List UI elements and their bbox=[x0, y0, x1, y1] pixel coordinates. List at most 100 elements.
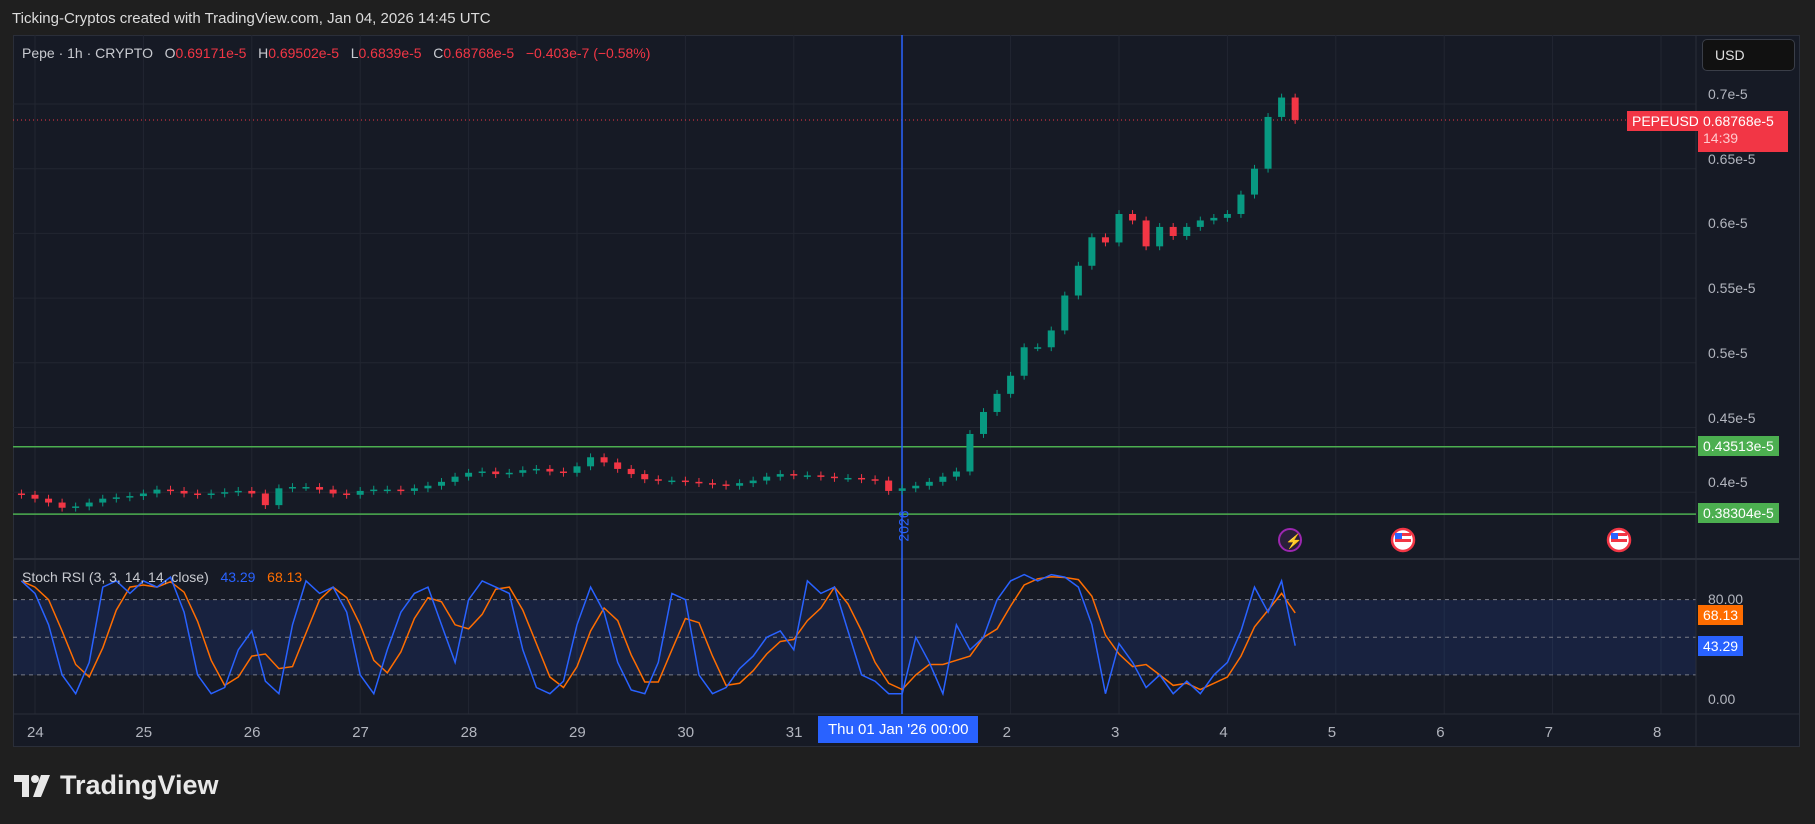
candle-body bbox=[681, 480, 689, 483]
change-value: −0.403e-7 (−0.58%) bbox=[525, 45, 651, 61]
ohlc-legend: Pepe · 1h · CRYPTO O0.69171e-5 H0.69502e… bbox=[22, 45, 650, 61]
ticker-badge: PEPEUSD bbox=[1627, 111, 1704, 131]
candle-body bbox=[885, 480, 893, 491]
stoch-rsi-k-value: 43.29 bbox=[220, 569, 256, 585]
candle-body bbox=[1074, 265, 1082, 296]
rsi-tick-label: 0.00 bbox=[1708, 691, 1736, 707]
price-tick-label: 0.45e-5 bbox=[1708, 409, 1756, 426]
candle-body bbox=[329, 489, 337, 494]
tradingview-logo-text: TradingView bbox=[60, 770, 219, 800]
candle-body bbox=[966, 433, 974, 472]
candle-body bbox=[749, 480, 757, 484]
candle-body bbox=[505, 472, 513, 475]
candle-body bbox=[641, 474, 649, 480]
open-value: 0.69171e-5 bbox=[175, 45, 247, 61]
candle-body bbox=[478, 471, 486, 473]
year-marker: 2026 bbox=[895, 510, 912, 542]
candle-body bbox=[139, 493, 147, 497]
candle-body bbox=[668, 480, 676, 483]
close-value: 0.68768e-5 bbox=[443, 45, 515, 61]
candle-body bbox=[559, 471, 567, 473]
stoch-rsi-title: Stoch RSI (3, 3, 14, 14, close) bbox=[22, 569, 209, 585]
time-tick-label: 8 bbox=[1653, 724, 1662, 741]
price-tick-label: 0.4e-5 bbox=[1708, 474, 1748, 491]
price-tick-label: 0.7e-5 bbox=[1708, 86, 1748, 102]
candle-body bbox=[790, 474, 798, 476]
low-value: 0.6839e-5 bbox=[358, 45, 422, 61]
candle-body bbox=[1101, 237, 1109, 243]
candle-body bbox=[803, 475, 811, 477]
low-label: L bbox=[350, 45, 359, 61]
time-tick-label: 31 bbox=[785, 724, 803, 741]
candle-body bbox=[871, 479, 879, 481]
time-tick-label: 4 bbox=[1219, 724, 1228, 741]
time-tick-label: 25 bbox=[135, 724, 153, 741]
candle-body bbox=[1156, 226, 1164, 247]
candle-body bbox=[248, 490, 256, 494]
candle-body bbox=[898, 488, 906, 491]
candle-body bbox=[952, 471, 960, 477]
time-tick-label: 6 bbox=[1436, 724, 1445, 741]
candle-body bbox=[316, 487, 324, 490]
candle-body bbox=[194, 493, 202, 495]
candle-body bbox=[1088, 237, 1096, 266]
svg-text:⚡: ⚡ bbox=[1285, 533, 1302, 550]
level-badge: 0.38304e-5 bbox=[1698, 503, 1779, 524]
level-badge: 0.43513e-5 bbox=[1698, 435, 1779, 456]
candle-body bbox=[45, 498, 53, 503]
candle-body bbox=[383, 489, 391, 492]
candle-body bbox=[695, 481, 703, 484]
candle-body bbox=[980, 411, 987, 434]
price-tick-label: 0.55e-5 bbox=[1708, 280, 1756, 297]
countdown-value: 14:39 bbox=[1703, 130, 1739, 146]
price-tick-label: 0.5e-5 bbox=[1708, 344, 1748, 361]
symbol-label: Pepe · 1h · CRYPTO bbox=[22, 45, 153, 61]
candle-body bbox=[72, 506, 80, 508]
candle-body bbox=[1183, 226, 1191, 236]
time-tick-label: 29 bbox=[569, 724, 586, 741]
stoch-rsi-d-badge: 68.13 bbox=[1698, 605, 1744, 625]
candle-body bbox=[99, 498, 107, 503]
candle-body bbox=[112, 497, 120, 499]
candle-body bbox=[817, 475, 825, 477]
chart-canvas[interactable]: ⚡ bbox=[0, 0, 1815, 824]
tradingview-logo[interactable]: TradingView bbox=[14, 770, 219, 801]
candles bbox=[17, 93, 1299, 512]
candle-body bbox=[58, 502, 66, 508]
high-label: H bbox=[258, 45, 269, 61]
time-tick-label: 3 bbox=[1111, 724, 1120, 741]
candle-body bbox=[993, 393, 1001, 412]
time-tick-label: 28 bbox=[460, 724, 478, 741]
candle-body bbox=[438, 481, 445, 486]
candle-body bbox=[830, 476, 838, 479]
candle-body bbox=[17, 493, 25, 495]
time-tick-label: 2 bbox=[1002, 724, 1011, 741]
time-tick-label: 27 bbox=[352, 724, 369, 741]
candle-body bbox=[356, 490, 364, 495]
candle-body bbox=[614, 462, 622, 469]
candle-body bbox=[1251, 168, 1258, 195]
candle-body bbox=[288, 487, 296, 489]
candle-body bbox=[1196, 220, 1204, 227]
candle-body bbox=[424, 485, 432, 489]
candle-body bbox=[532, 468, 540, 471]
candle-body bbox=[1142, 220, 1150, 247]
candle-body bbox=[1047, 330, 1055, 348]
candle-body bbox=[736, 483, 744, 486]
candle-body bbox=[275, 488, 283, 506]
candle-body bbox=[492, 471, 500, 475]
candle-body bbox=[654, 479, 662, 481]
candle-body bbox=[912, 485, 920, 489]
stoch-rsi-d-value: 68.13 bbox=[267, 569, 303, 585]
candle-body bbox=[153, 489, 161, 494]
price-tick-label: 0.65e-5 bbox=[1708, 150, 1756, 167]
candle-body bbox=[1278, 97, 1286, 117]
stoch-rsi-k-badge: 43.29 bbox=[1698, 636, 1744, 656]
candle-body bbox=[343, 493, 351, 495]
candle-body bbox=[397, 489, 405, 492]
candle-body bbox=[410, 488, 418, 491]
candle-body bbox=[207, 493, 215, 495]
candle-body bbox=[180, 490, 188, 494]
currency-button[interactable]: USD bbox=[1702, 39, 1795, 71]
candle-body bbox=[858, 477, 866, 480]
